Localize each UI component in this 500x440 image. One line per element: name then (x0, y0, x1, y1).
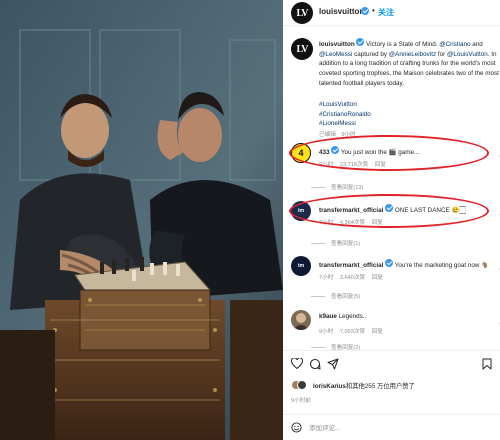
verified-icon (385, 204, 394, 212)
comment-time: 9小时 (319, 329, 334, 335)
caption-text-part: for (436, 50, 447, 58)
comment-text: k9aue Legends.. (319, 313, 366, 320)
comment-username[interactable]: 433 (319, 149, 330, 156)
reply-button[interactable]: 回复 (372, 275, 383, 281)
comment-username[interactable]: k9aue (319, 313, 337, 320)
view-replies-button[interactable]: 查看回复(1) (311, 239, 360, 247)
comment-time: 7小时 (319, 220, 334, 226)
likes-text: lorisKarius和其他255 万位用户赞了 (313, 381, 415, 390)
comment-meta: 9小时 7,003次赞 回复 (319, 327, 388, 335)
post-header: LV louisvuitton • 关注 (283, 0, 500, 26)
verified-icon (385, 259, 394, 267)
view-replies-button[interactable]: 查看回复(13) (311, 183, 363, 191)
edited-label: 已编辑 (319, 132, 336, 138)
comment-item: tm transfermarkt_official ONE LAST DANCE… (291, 201, 500, 231)
commenter-avatar[interactable]: tm (291, 201, 311, 221)
reply-button[interactable]: 回复 (372, 329, 383, 335)
caption-text: louisvuitton Victory is a State of Mind.… (319, 38, 499, 89)
comment-likes[interactable]: 23,718次赞 (340, 162, 368, 168)
comment-content: You're the marketing goat now 🐐 (394, 262, 490, 269)
emoji-icon[interactable] (291, 422, 302, 433)
comment-text: transfermarkt_official You're the market… (319, 259, 489, 269)
mention-link[interactable]: @LeoMessi (319, 51, 352, 58)
comment-item: k9aue Legends.. 9小时 7,003次赞 回复 ♡ (291, 310, 500, 340)
post-photo[interactable] (0, 0, 283, 440)
mention-link[interactable]: @AnnieLeibovitz (389, 51, 436, 58)
mention-link[interactable]: @Cristiano (439, 41, 470, 48)
comment-username[interactable]: transfermarkt_official (319, 262, 383, 269)
comment-item: 4 433 You just won the 🎬 game... 9小时 23,… (291, 143, 500, 173)
comment-input[interactable] (309, 421, 459, 435)
hashtag-link[interactable]: #LionelMessi (319, 119, 499, 129)
comment-content: ONE LAST DANCE 😢🏻 (394, 207, 466, 214)
follow-button[interactable]: 关注 (378, 7, 394, 18)
caption-hashtags: #LouisVuitton #CristianoRonaldo #LionelM… (319, 100, 499, 129)
post-action-bar (283, 350, 500, 374)
add-comment-bar (283, 414, 500, 440)
verified-icon (361, 7, 369, 15)
comment-likes[interactable]: 4,364次赞 (340, 220, 365, 226)
post-timestamp: 9小时前 (291, 398, 311, 404)
caption-meta: 已编辑 9小时 (319, 130, 360, 138)
comment-username[interactable]: transfermarkt_official (319, 207, 383, 214)
caption-username[interactable]: louisvuitton (319, 41, 355, 48)
lv-logo-icon[interactable]: LV (291, 38, 313, 60)
liker-username[interactable]: lorisKarius (313, 383, 346, 390)
comment-text: transfermarkt_official ONE LAST DANCE 😢🏻 (319, 204, 466, 215)
comment-meta: 9小时 23,718次赞 回复 (319, 160, 391, 168)
view-replies-button[interactable]: 查看回复(5) (311, 292, 360, 300)
likes-count-text[interactable]: 和其他255 万位用户赞了 (346, 383, 415, 390)
hashtag-link: #CristianoRonaldo (319, 110, 499, 120)
comment-likes[interactable]: 7,003次赞 (340, 329, 365, 335)
hashtag-link[interactable]: #LouisVuitton (319, 100, 499, 110)
post-side-panel: LV louisvuitton • 关注 LV louisvuitton Vic… (283, 0, 500, 440)
header-username[interactable]: louisvuitton (319, 7, 364, 16)
comment-likes[interactable]: 3,640次赞 (340, 275, 365, 281)
caption-text-part: captured by (352, 50, 389, 58)
comment-icon[interactable] (309, 358, 321, 370)
lv-logo-icon[interactable]: LV (291, 2, 313, 24)
reply-button[interactable]: 回复 (375, 162, 386, 168)
comment-meta: 7小时 3,640次赞 回复 (319, 273, 388, 281)
mention-link[interactable]: @LouisVuitton (447, 51, 488, 58)
comment-meta: 7小时 4,364次赞 回复 (319, 218, 388, 226)
comment-content: You just won the 🎬 game... (340, 149, 420, 156)
caption-text-part: and (470, 41, 483, 48)
comment-content: Legends.. (338, 313, 367, 320)
caption-time: 9小时 (341, 132, 356, 138)
comment-time: 7小时 (319, 275, 334, 281)
commenter-avatar[interactable] (291, 310, 311, 330)
commenter-avatar[interactable]: tm (291, 256, 311, 276)
comment-time: 9小时 (319, 162, 334, 168)
heart-icon[interactable] (291, 358, 303, 369)
commenter-avatar[interactable]: 4 (291, 143, 311, 163)
comment-text: 433 You just won the 🎬 game... (319, 146, 419, 156)
reply-button[interactable]: 回复 (372, 220, 383, 226)
liker-avatar[interactable] (297, 380, 307, 390)
share-icon[interactable] (327, 358, 339, 370)
caption-text-part: Victory is a State of Mind. (364, 41, 440, 48)
bookmark-icon[interactable] (482, 358, 492, 370)
header-separator-dot: • (372, 6, 375, 15)
hashtag-link[interactable]: #CristianoRonaldo (319, 111, 371, 118)
verified-icon (331, 146, 340, 154)
comment-item: tm transfermarkt_official You're the mar… (291, 256, 500, 286)
